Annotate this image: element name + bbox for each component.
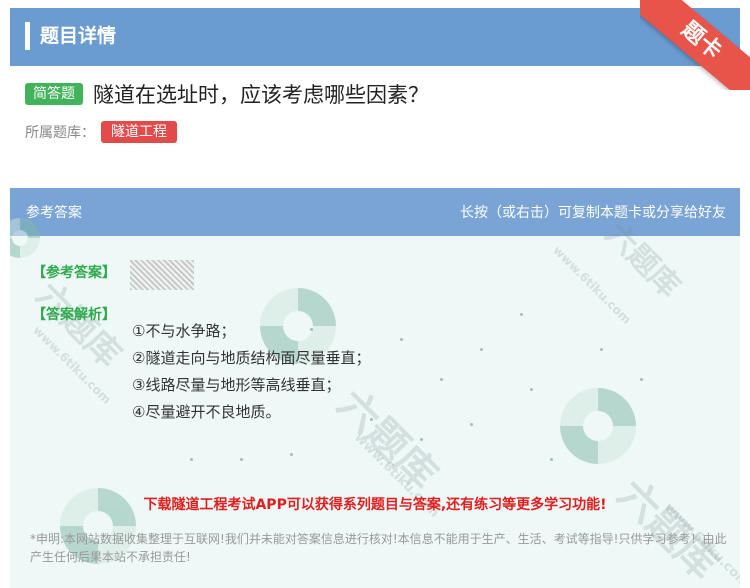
watermark-domain: www.6tiku.com xyxy=(30,323,114,407)
answer-header-title: 参考答案 xyxy=(26,205,82,221)
answer-panel: 参考答案 长按（或右击）可复制本题卡或分享给好友 六题库 www.6tiku.c… xyxy=(10,188,740,588)
analysis-list: ①不与水争路； ②隧道走向与地质结构面尽量垂直； ③线路尽量与地形等高线垂直； … xyxy=(132,318,532,426)
answer-image xyxy=(130,260,194,290)
library-label: 所属题库： xyxy=(25,125,95,141)
question-type-badge: 简答题 xyxy=(25,83,83,105)
question-row: 简答题 隧道在选址时，应该考虑哪些因素？ xyxy=(25,80,429,108)
analysis-item: ②隧道走向与地质结构面尽量垂直； xyxy=(132,349,371,367)
corner-ribbon: 题卡 xyxy=(640,0,750,90)
watermark-domain: www.6tiku.com xyxy=(550,243,634,327)
page-title: 题目详情 xyxy=(40,25,117,47)
question-text: 隧道在选址时，应该考虑哪些因素？ xyxy=(93,83,429,107)
library-badge[interactable]: 隧道工程 xyxy=(101,121,177,143)
analysis-item: ①不与水争路； xyxy=(132,322,236,340)
watermark-brand: 六题库 xyxy=(608,471,726,588)
header-bar: 题目详情 xyxy=(10,8,740,66)
download-app-link[interactable]: 下载隧道工程考试APP可以获得系列题目与答案,还有练习等更多学习功能! xyxy=(10,494,740,514)
watermark-logo-icon xyxy=(560,388,636,464)
library-row: 所属题库： 隧道工程 xyxy=(25,120,177,144)
disclaimer-text: *申明:本网站数据收集整理于互联网!我们并未能对答案信息进行核对!本信息不能用于… xyxy=(30,532,727,564)
answer-header: 参考答案 长按（或右击）可复制本题卡或分享给好友 xyxy=(10,188,740,236)
ribbon-label: 题卡 xyxy=(640,0,750,90)
analysis-tag: 【答案解析】 xyxy=(32,307,116,323)
copy-share-hint: 长按（或右击）可复制本题卡或分享给好友 xyxy=(460,205,726,221)
analysis-item: ④尽量避开不良地质。 xyxy=(132,403,281,421)
header-accent xyxy=(25,22,30,50)
analysis-item: ③线路尽量与地形等高线垂直； xyxy=(132,376,341,394)
answer-tag: 【参考答案】 xyxy=(32,265,116,281)
